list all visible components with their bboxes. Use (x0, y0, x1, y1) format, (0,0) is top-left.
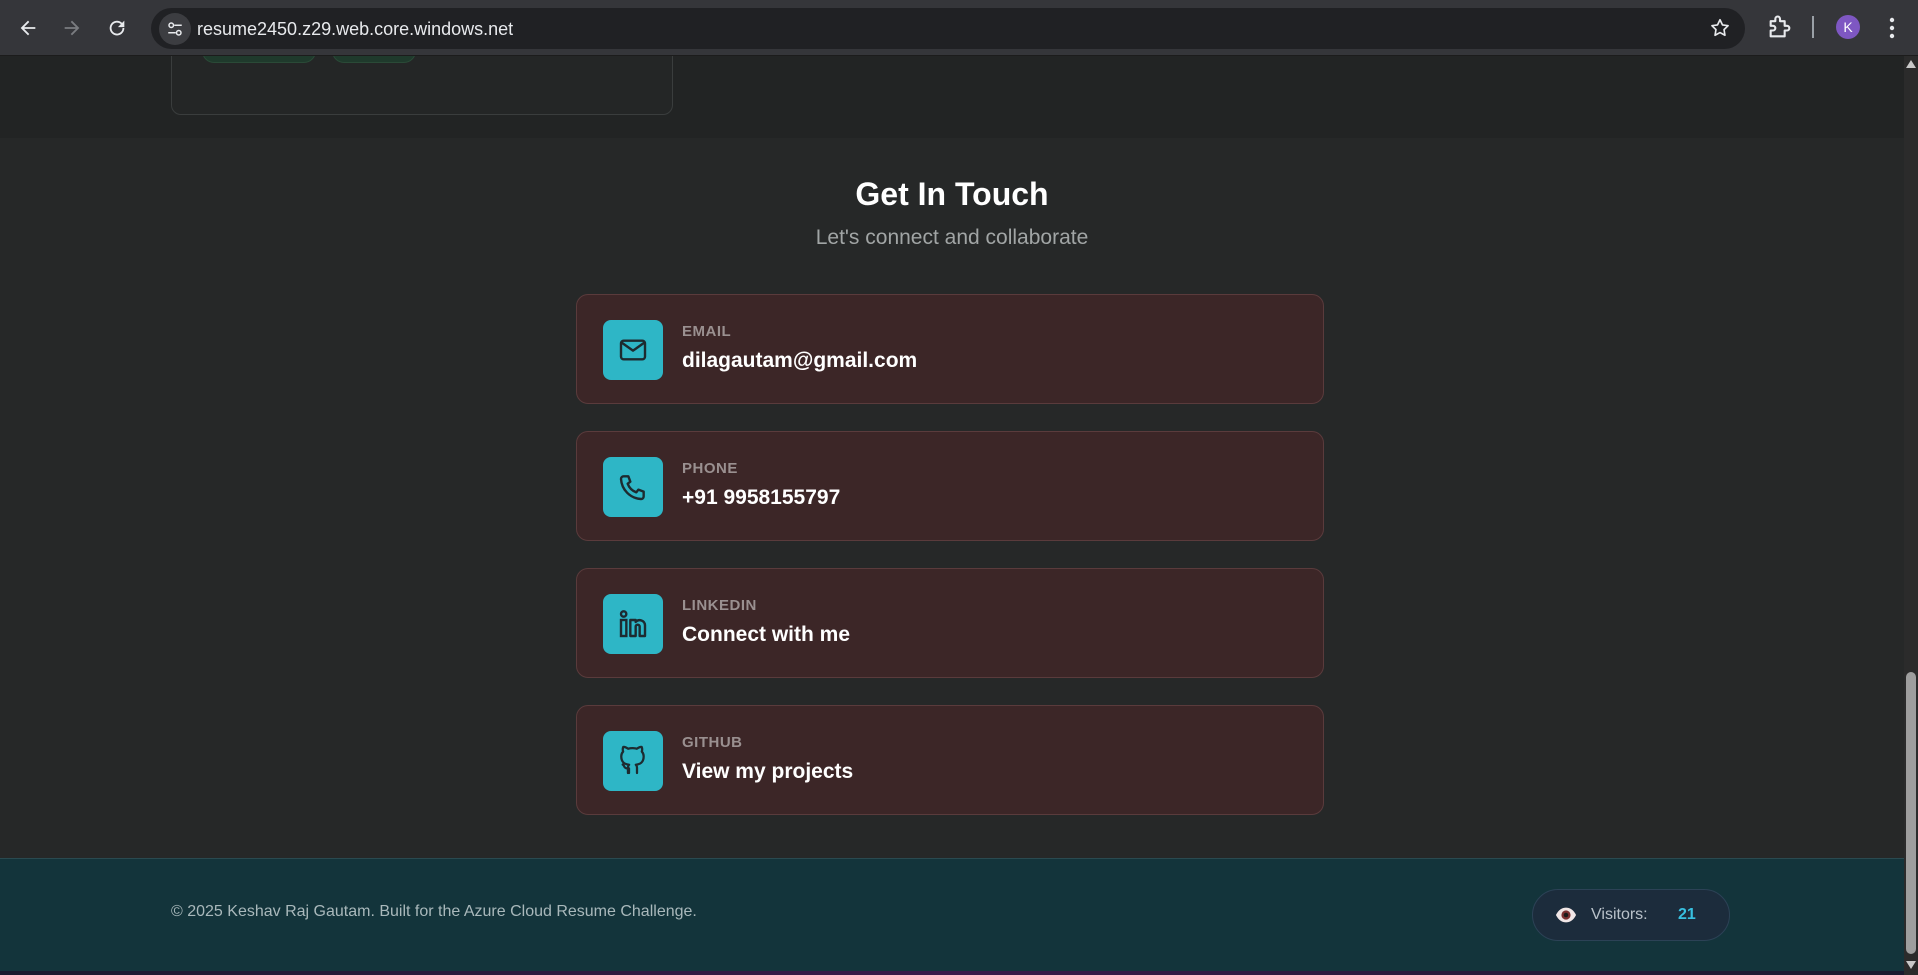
contact-value[interactable]: View my projects (682, 760, 853, 784)
forward-button[interactable] (56, 12, 88, 44)
contact-label: PHONE (682, 460, 738, 477)
scroll-down-arrow[interactable] (1906, 961, 1916, 969)
project-card (171, 56, 673, 115)
contact-label: LINKEDIN (682, 597, 757, 614)
page-viewport: Get In Touch Let's connect and collabora… (0, 56, 1904, 975)
reload-icon (109, 20, 125, 36)
url-text[interactable]: resume2450.z29.web.core.windows.net (197, 19, 513, 40)
icon-box (603, 320, 663, 380)
tune-icon (168, 22, 182, 36)
github-icon (620, 745, 645, 775)
contact-card-phone[interactable]: PHONE +91 9958155797 (576, 431, 1324, 541)
phone-icon (619, 475, 645, 501)
section-title: Get In Touch (855, 176, 1049, 212)
profile-avatar[interactable]: K (1836, 15, 1860, 39)
back-button[interactable] (12, 12, 44, 44)
footer-copyright: © 2025 Keshav Raj Gautam. Built for the … (171, 903, 697, 920)
icon-box (603, 457, 663, 517)
contact-card-email[interactable]: EMAIL dilagautam@gmail.com (576, 294, 1324, 404)
star-icon[interactable] (1709, 17, 1731, 39)
contact-value[interactable]: Connect with me (682, 623, 850, 647)
previous-section (0, 56, 1904, 138)
mail-icon (619, 339, 647, 361)
site-info-button[interactable] (159, 13, 191, 45)
linkedin-icon (619, 610, 647, 638)
visitors-count: 21 (1678, 906, 1696, 923)
tech-tag (202, 56, 316, 63)
arrow-right-icon (64, 20, 80, 36)
bottom-edge (0, 971, 1904, 975)
icon-box (603, 731, 663, 791)
browser-toolbar: resume2450.z29.web.core.windows.net K (0, 0, 1918, 56)
contact-value[interactable]: +91 9958155797 (682, 486, 840, 510)
section-subtitle: Let's connect and collaborate (815, 226, 1089, 249)
scroll-up-arrow[interactable] (1906, 60, 1916, 68)
icon-box (603, 594, 663, 654)
vertical-scrollbar[interactable] (1904, 56, 1918, 975)
contact-label: EMAIL (682, 323, 732, 340)
footer: © 2025 Keshav Raj Gautam. Built for the … (0, 858, 1904, 975)
contact-card-github[interactable]: GITHUB View my projects (576, 705, 1324, 815)
puzzle-icon[interactable] (1766, 13, 1794, 41)
more-vert-icon[interactable] (1882, 14, 1902, 42)
tech-tag (332, 56, 416, 63)
arrow-left-icon (20, 20, 36, 36)
toolbar-divider (1812, 16, 1814, 38)
contact-card-linkedin[interactable]: LINKEDIN Connect with me (576, 568, 1324, 678)
visitor-counter: Visitors: 21 (1532, 889, 1730, 941)
contact-section: Get In Touch Let's connect and collabora… (0, 138, 1904, 858)
eye-icon (1555, 907, 1577, 923)
contact-value[interactable]: dilagautam@gmail.com (682, 349, 917, 373)
visitors-label: Visitors: (1591, 906, 1648, 923)
contact-label: GITHUB (682, 734, 743, 751)
reload-button[interactable] (101, 12, 133, 44)
scroll-thumb[interactable] (1906, 672, 1916, 954)
address-bar[interactable]: resume2450.z29.web.core.windows.net (151, 8, 1745, 49)
